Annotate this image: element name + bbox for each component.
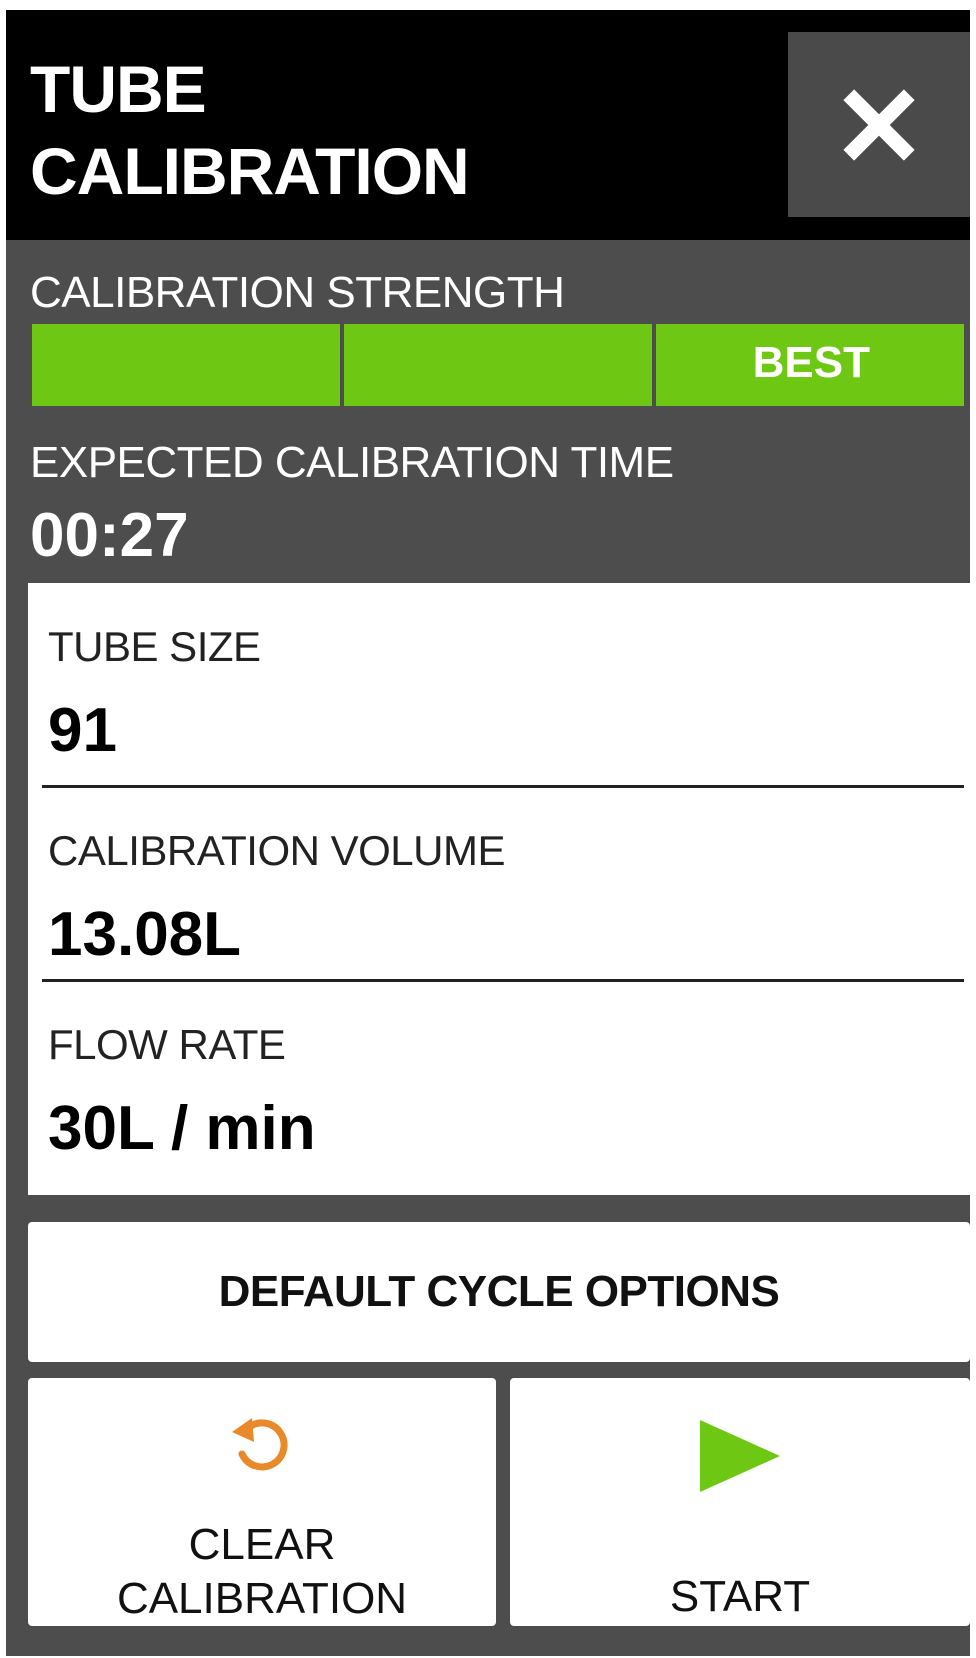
clear-calibration-button[interactable]: CLEAR CALIBRATION [28,1378,496,1626]
refresh-icon [232,1418,288,1471]
strength-level-label: BEST [752,338,870,387]
default-cycle-options-label: DEFAULT CYCLE OPTIONS [218,1267,780,1316]
tube-size-value: 91 [48,696,117,765]
clear-calibration-label-line-2: CALIBRATION [116,1574,408,1623]
calibration-settings-card: TUBE SIZE 91 CALIBRATION VOLUME 13.08L F… [28,583,970,1195]
close-icon [843,88,915,161]
strength-segment-2 [344,324,652,406]
strength-segment-1 [32,324,340,406]
flow-rate-row[interactable]: FLOW RATE 30L / min [28,981,970,1185]
calibration-volume-value: 13.08L [48,900,242,969]
clear-calibration-label-line-1: CLEAR [188,1520,336,1569]
start-label: START [669,1572,811,1621]
page-title-line-2: CALIBRATION [30,134,470,208]
calibration-strength-meter: BEST [32,324,964,406]
expected-calibration-time-value: 00:27 [30,501,189,570]
page-title-line-1: TUBE [30,52,207,126]
play-icon [700,1420,780,1492]
flow-rate-label: FLOW RATE [48,1021,286,1068]
calibration-strength-label: CALIBRATION STRENGTH [30,268,565,317]
tube-calibration-screen: TUBE CALIBRATION CALIBRATION STRENGTH BE… [6,10,970,1656]
default-cycle-options-button[interactable]: DEFAULT CYCLE OPTIONS [28,1222,970,1362]
flow-rate-value: 30L / min [48,1094,316,1163]
header-bar: TUBE CALIBRATION [6,10,970,240]
tube-size-row[interactable]: TUBE SIZE 91 [28,583,970,787]
close-button[interactable] [788,32,970,217]
clear-calibration-label: CLEAR CALIBRATION [28,1518,496,1626]
expected-calibration-time-label: EXPECTED CALIBRATION TIME [30,438,674,487]
calibration-volume-label: CALIBRATION VOLUME [48,827,505,874]
strength-segment-3: BEST [656,324,964,406]
calibration-volume-row[interactable]: CALIBRATION VOLUME 13.08L [28,787,970,991]
start-button[interactable]: START [510,1378,970,1626]
tube-size-label: TUBE SIZE [48,623,261,670]
page-title: TUBE CALIBRATION [30,48,670,212]
